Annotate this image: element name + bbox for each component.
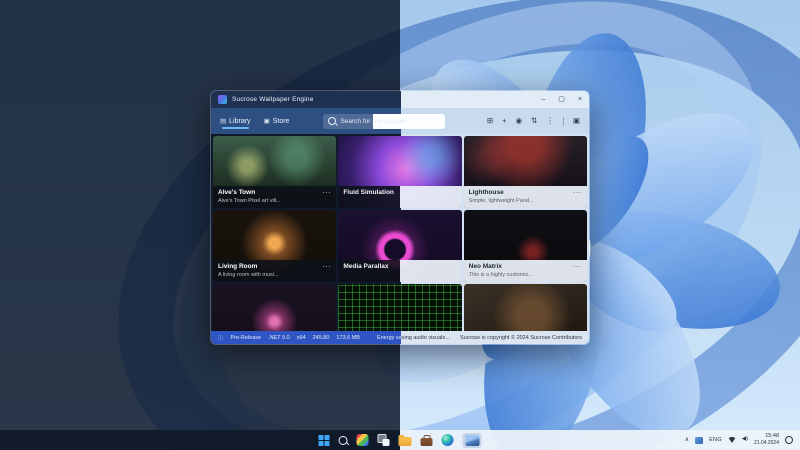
card-description: Alve's Town Pixel art vill... [218, 198, 331, 205]
status-copyright: Sucrose is copyright © 2024 Sucrose Cont… [460, 335, 582, 341]
card-caption: Lighthouse Simple, lightweight Paral... … [464, 186, 587, 208]
window-titlebar[interactable]: Sucrose Wallpaper Engine – ▢ × [211, 91, 589, 108]
status-memory: 173.6 MB [336, 335, 360, 341]
search-input[interactable] [340, 118, 440, 125]
card-title: Alve's Town [218, 189, 331, 198]
card-title: Media Parallax [343, 263, 456, 272]
store-icon: ▣ [264, 117, 270, 125]
card-menu-button[interactable]: ... [448, 188, 457, 195]
card-menu-button[interactable]: ... [322, 262, 331, 269]
clock[interactable]: 15:48 21.04.2024 [754, 433, 779, 446]
card-description: Simple, lightweight Paral... [469, 198, 582, 205]
tray-time: 15:48 [765, 433, 779, 440]
panel-icon[interactable]: ⊞ [487, 117, 493, 125]
wallpaper-thumbnail [338, 284, 461, 331]
card-description: Fluid simulation using W... [343, 198, 456, 205]
card-menu-button[interactable]: ... [573, 188, 582, 195]
wifi-icon[interactable] [728, 437, 736, 443]
wallpaper-card-alves-town[interactable]: Alve's Town Alve's Town Pixel art vill..… [213, 136, 336, 208]
tab-library[interactable]: ▤ Library [220, 113, 251, 129]
app-logo-icon [218, 95, 227, 104]
wallpaper-grid: Alve's Town Alve's Town Pixel art vill..… [211, 134, 589, 331]
file-explorer-icon[interactable] [399, 437, 412, 446]
window-statusbar: ⓘ Pre-Release .NET 9.0 x64 245.80 173.6 … [211, 331, 589, 344]
tray-chevron-icon[interactable]: ∧ [685, 437, 689, 443]
card-menu-button[interactable]: ... [448, 262, 457, 269]
card-caption: Alve's Town Alve's Town Pixel art vill..… [213, 186, 336, 208]
wallpaper-thumbnail [464, 284, 587, 331]
card-description: A living room with musi... [218, 272, 331, 279]
maximize-button[interactable]: ▢ [558, 96, 565, 103]
minimize-button[interactable]: – [541, 96, 545, 103]
status-runtime: .NET 9.0 [268, 335, 290, 341]
edge-browser-icon[interactable] [442, 434, 454, 446]
task-view-icon[interactable] [378, 434, 390, 446]
add-icon[interactable]: + [502, 117, 506, 125]
card-title: Fluid Simulation [343, 189, 456, 198]
briefcase-app-icon[interactable] [421, 438, 433, 446]
card-title: Living Room [218, 263, 331, 272]
status-arch: x64 [297, 335, 306, 341]
wallpaper-card-fluid-simulation[interactable]: Fluid Simulation Fluid simulation using … [338, 136, 461, 208]
search-icon [328, 117, 336, 125]
wallpaper-card-media-parallax[interactable]: Media Parallax Visualize, music and mot.… [338, 210, 461, 282]
toolbar-divider [563, 117, 564, 126]
language-indicator[interactable]: ENG [709, 437, 722, 443]
tab-store[interactable]: ▣ Store [264, 113, 290, 129]
card-caption: Fluid Simulation Fluid simulation using … [338, 186, 461, 208]
card-description: Visualize, music and mot... [343, 272, 456, 279]
wallpaper-card-cropped-1[interactable] [213, 284, 336, 331]
wallpaper-card-cropped-2[interactable] [338, 284, 461, 331]
taskbar: ∧ ENG ◀) 15:48 21.04.2024 [0, 430, 800, 450]
volume-icon[interactable]: ◀) [742, 437, 748, 443]
tab-library-label: Library [229, 118, 250, 125]
sucrose-app-icon [465, 435, 479, 446]
colorful-app-icon[interactable] [357, 434, 369, 446]
taskbar-center-icons [319, 430, 482, 450]
card-caption: Media Parallax Visualize, music and mot.… [338, 260, 461, 282]
tray-app-icon[interactable] [695, 437, 703, 444]
status-release: Pre-Release [231, 335, 262, 341]
window-toolbar: ▤ Library ▣ Store ⊞ + ◉ ⇅ ⋮ ▣ [211, 108, 589, 134]
taskbar-search-icon[interactable] [339, 436, 348, 445]
wallpaper-thumbnail [213, 284, 336, 331]
info-icon: ⓘ [218, 334, 224, 342]
tab-bar: ▤ Library ▣ Store [220, 113, 289, 129]
desktop: Sucrose Wallpaper Engine – ▢ × ▤ Library… [0, 0, 800, 450]
wallpaper-card-living-room[interactable]: Living Room A living room with musi... .… [213, 210, 336, 282]
window-title: Sucrose Wallpaper Engine [232, 96, 314, 103]
toolbar-actions: ⊞ + ◉ ⇅ ⋮ ▣ [487, 117, 580, 126]
notification-bell-icon[interactable] [785, 436, 793, 444]
app-window: Sucrose Wallpaper Engine – ▢ × ▤ Library… [210, 90, 590, 345]
sort-icon[interactable]: ⇅ [531, 117, 537, 125]
status-message: Energy saving audio visuals... [377, 335, 450, 341]
active-app-plate[interactable] [463, 433, 482, 448]
wallpaper-card-neo-matrix[interactable]: Neo Matrix This is a highly customiz... … [464, 210, 587, 282]
card-title: Neo Matrix [469, 263, 582, 272]
record-icon[interactable]: ◉ [516, 117, 523, 125]
card-caption: Living Room A living room with musi... .… [213, 260, 336, 282]
card-title: Lighthouse [469, 189, 582, 198]
start-button-icon[interactable] [319, 435, 330, 446]
tray-date: 21.04.2024 [754, 440, 779, 446]
wallpaper-card-cropped-3[interactable] [464, 284, 587, 331]
wallpaper-card-lighthouse[interactable]: Lighthouse Simple, lightweight Paral... … [464, 136, 587, 208]
library-icon: ▤ [220, 117, 226, 125]
search-box[interactable] [323, 114, 445, 129]
tab-store-label: Store [273, 118, 290, 125]
card-menu-button[interactable]: ... [322, 188, 331, 195]
card-menu-button[interactable]: ... [573, 262, 582, 269]
card-caption: Neo Matrix This is a highly customiz... … [464, 260, 587, 282]
layout-icon[interactable]: ▣ [573, 117, 580, 125]
status-build: 245.80 [313, 335, 330, 341]
card-description: This is a highly customiz... [469, 272, 582, 279]
more-icon[interactable]: ⋮ [546, 117, 554, 125]
close-button[interactable]: × [578, 96, 582, 103]
system-tray: ∧ ENG ◀) 15:48 21.04.2024 [685, 430, 793, 450]
